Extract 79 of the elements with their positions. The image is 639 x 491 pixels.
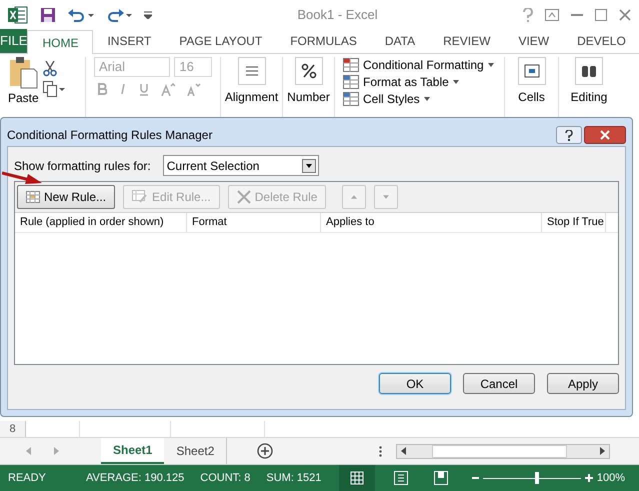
alignment-label[interactable]: Alignment	[224, 88, 278, 106]
row-header: 8	[0, 421, 26, 437]
save-icon[interactable]	[40, 7, 56, 23]
ribbon-tab[interactable]: PAGE LAYOUT	[165, 29, 276, 53]
zoom-in-icon[interactable]	[585, 474, 594, 482]
dialog-button[interactable]: OK	[379, 373, 451, 394]
grid-icon	[343, 75, 359, 89]
paste-label[interactable]: Paste	[8, 89, 39, 107]
zoom-slider-thumb[interactable]	[535, 472, 540, 484]
ribbon-tab[interactable]: INSERT	[93, 29, 166, 53]
clipboard-icon[interactable]	[8, 57, 38, 89]
close-icon	[600, 130, 610, 140]
ribbon-tab[interactable]: FORMULAS	[276, 29, 371, 53]
sum-text: SUM: 1521	[266, 470, 322, 486]
number-label[interactable]: Number	[287, 88, 330, 106]
window-title: Book1 - Excel	[296, 6, 379, 24]
dialog-title: Conditional Formatting Rules Manager	[7, 127, 214, 144]
count-text: COUNT: 8	[200, 470, 250, 486]
undo-icon[interactable]	[68, 8, 94, 22]
cells-icon[interactable]	[518, 57, 546, 85]
page-layout-icon[interactable]	[394, 471, 408, 485]
caret-icon	[488, 63, 494, 67]
ribbon-tab[interactable]: DATA	[370, 29, 430, 53]
sheet-tab[interactable]: Sheet1	[101, 438, 164, 464]
more-icon[interactable]	[379, 446, 382, 456]
styles-menu-button[interactable]: Format as Table	[343, 74, 496, 90]
styles-menu-button[interactable]: Cell Styles	[343, 91, 496, 107]
help-icon	[565, 130, 573, 140]
dialog-button[interactable]: Cancel	[463, 373, 535, 394]
average-text: AVERAGE: 190.125	[86, 470, 184, 486]
scroll-right-icon	[600, 447, 605, 455]
grid-icon	[343, 58, 359, 72]
ribbon-display-icon[interactable]	[545, 9, 559, 21]
excel-logo-icon[interactable]	[8, 6, 28, 24]
scissors-icon[interactable]	[42, 61, 57, 77]
page-break-icon[interactable]	[434, 471, 448, 485]
grid-icon	[343, 92, 359, 106]
redo-icon[interactable]	[106, 8, 132, 22]
ribbon-tab[interactable]: VIEW	[504, 29, 564, 53]
column-header[interactable]: Format	[187, 213, 321, 232]
zoom-slider[interactable]	[483, 472, 582, 484]
zoom-percent[interactable]: 100%	[596, 470, 625, 486]
dialog-button[interactable]: Apply	[547, 373, 619, 394]
horizontal-scrollbar[interactable]	[396, 444, 610, 458]
copy-icon[interactable]	[42, 81, 65, 97]
ribbon-tab[interactable]: HOME	[27, 30, 94, 54]
help-button[interactable]	[556, 126, 582, 144]
percent-icon[interactable]	[294, 57, 322, 85]
arrow-annotation	[2, 171, 42, 185]
close-button[interactable]	[584, 126, 626, 144]
column-header[interactable]: Applies to	[321, 213, 542, 232]
scope-dropdown[interactable]: Current Selection	[162, 155, 319, 176]
scroll-left-icon	[401, 447, 406, 455]
toolbar-button[interactable]: New Rule...	[17, 185, 116, 209]
up-icon	[351, 194, 358, 200]
align-icon[interactable]	[238, 57, 266, 85]
add-sheet-icon[interactable]	[257, 443, 274, 459]
table-pencil-icon	[132, 190, 148, 204]
customize-icon[interactable]	[144, 11, 152, 19]
column-header[interactable]: Stop If True	[542, 213, 606, 232]
down-icon	[383, 194, 390, 200]
ribbon-tab[interactable]: REVIEW	[429, 29, 504, 53]
close-icon[interactable]	[619, 9, 631, 21]
delete-icon	[236, 190, 251, 204]
styles-menu-button[interactable]: Conditional Formatting	[343, 57, 496, 73]
maximize-icon[interactable]	[595, 9, 607, 21]
caret-icon	[424, 97, 430, 101]
caret-icon	[452, 80, 459, 84]
sheet-tab[interactable]: Sheet2	[164, 438, 228, 464]
show-rules-label: Show formatting rules for:	[14, 158, 151, 174]
normal-view-icon[interactable]	[350, 471, 364, 485]
column-header[interactable]: Rule (applied in order shown)	[15, 213, 187, 232]
status-text: READY	[8, 470, 47, 486]
binoculars-icon[interactable]	[575, 57, 603, 85]
cells-label[interactable]: Cells	[518, 88, 545, 106]
editing-label[interactable]: Editing	[570, 88, 608, 106]
file-tab[interactable]: FILE	[0, 29, 28, 53]
table-icon	[26, 191, 40, 203]
ribbon-tab[interactable]: DEVELO	[563, 29, 639, 53]
